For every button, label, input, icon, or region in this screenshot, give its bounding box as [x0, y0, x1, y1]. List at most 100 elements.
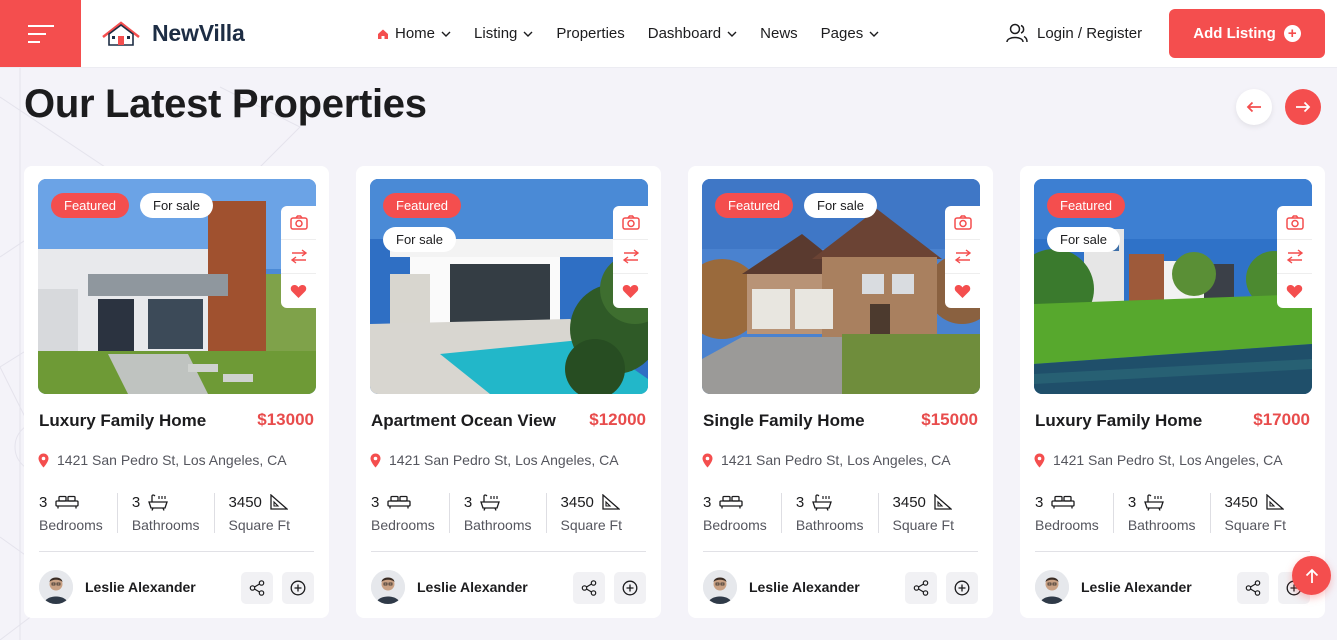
compare-button[interactable]	[281, 240, 316, 274]
area-value: 3450	[1224, 493, 1258, 511]
plus-circle-outline-icon	[290, 580, 306, 596]
stat-bathrooms: 3 Bathrooms	[464, 493, 547, 533]
address-text: 1421 San Pedro St, Los Angeles, CA	[1053, 452, 1283, 468]
nav-item-home[interactable]: Home	[377, 25, 451, 42]
favorite-button[interactable]	[281, 274, 316, 308]
property-stats: 3 Bedrooms 3 Bathrooms 3450 Square Ft	[39, 493, 318, 533]
property-price: $13000	[257, 410, 314, 429]
favorite-button[interactable]	[945, 274, 980, 308]
area-label: Square Ft	[560, 517, 622, 533]
bathtub-icon	[812, 493, 833, 511]
agent-name: Leslie Alexander	[749, 579, 860, 595]
agent-info[interactable]: Leslie Alexander	[371, 570, 528, 604]
share-icon	[1245, 580, 1261, 596]
gallery-button[interactable]	[281, 206, 316, 240]
avatar	[371, 570, 405, 604]
camera-icon	[953, 215, 972, 230]
nav-item-dashboard[interactable]: Dashboard	[648, 25, 737, 42]
property-title[interactable]: Luxury Family Home	[1035, 411, 1202, 431]
bedrooms-label: Bedrooms	[703, 517, 767, 533]
arrow-up-icon	[1305, 568, 1318, 583]
compare-button[interactable]	[613, 240, 648, 274]
arrow-left-icon	[1246, 101, 1261, 113]
map-pin-icon	[38, 453, 49, 467]
property-card[interactable]: Featured For sale Luxury Family Home $13…	[24, 166, 329, 618]
share-button[interactable]	[905, 572, 937, 604]
image-actions	[1277, 206, 1312, 308]
bedrooms-value: 3	[1035, 493, 1044, 511]
agent-info[interactable]: Leslie Alexander	[1035, 570, 1192, 604]
property-title[interactable]: Luxury Family Home	[39, 411, 206, 431]
featured-badge: Featured	[715, 193, 794, 218]
gallery-button[interactable]	[1277, 206, 1312, 240]
logo[interactable]: NewVilla	[100, 19, 245, 49]
divider	[703, 551, 978, 552]
ruler-triangle-icon	[1266, 494, 1284, 510]
share-icon	[913, 580, 929, 596]
divider	[39, 551, 314, 552]
stat-bedrooms: 3 Bedrooms	[703, 493, 782, 533]
main-nav: Home Listing Properties Dashboard News P…	[377, 0, 902, 67]
property-address: 1421 San Pedro St, Los Angeles, CA	[1034, 452, 1283, 468]
agent-info[interactable]: Leslie Alexander	[39, 570, 196, 604]
camera-icon	[1285, 215, 1304, 230]
divider	[371, 551, 646, 552]
property-card[interactable]: Featured For sale Single Family Home $15…	[688, 166, 993, 618]
share-button[interactable]	[1237, 572, 1269, 604]
compare-button[interactable]	[945, 240, 980, 274]
property-card[interactable]: Featured For sale Luxury Family Home $17…	[1020, 166, 1325, 618]
bedrooms-value: 3	[371, 493, 380, 511]
bathrooms-value: 3	[131, 493, 141, 511]
agent-name: Leslie Alexander	[1081, 579, 1192, 595]
carousel-next-button[interactable]	[1285, 89, 1321, 125]
carousel-prev-button[interactable]	[1236, 89, 1272, 125]
scroll-to-top-button[interactable]	[1292, 556, 1331, 595]
avatar	[703, 570, 737, 604]
status-badge: For sale	[804, 193, 877, 218]
favorite-button[interactable]	[613, 274, 648, 308]
favorite-button[interactable]	[1277, 274, 1312, 308]
bedrooms-value: 3	[39, 493, 48, 511]
property-title[interactable]: Single Family Home	[703, 411, 865, 431]
add-button[interactable]	[614, 572, 646, 604]
bathrooms-value: 3	[463, 493, 473, 511]
area-value: 3450	[228, 493, 262, 511]
heart-icon	[1286, 284, 1303, 298]
stat-bathrooms: 3 Bathrooms	[132, 493, 215, 533]
share-button[interactable]	[573, 572, 605, 604]
login-register-link[interactable]: Login / Register	[1006, 22, 1142, 44]
add-listing-button[interactable]: Add Listing +	[1169, 9, 1325, 58]
property-image[interactable]: Featured For sale	[1034, 179, 1312, 394]
share-button[interactable]	[241, 572, 273, 604]
bathrooms-label: Bathrooms	[131, 517, 200, 533]
nav-item-properties[interactable]: Properties	[556, 25, 624, 42]
ruler-triangle-icon	[270, 494, 288, 510]
bed-icon	[55, 495, 79, 509]
compare-button[interactable]	[1277, 240, 1312, 274]
camera-icon	[621, 215, 640, 230]
nav-item-listing[interactable]: Listing	[474, 25, 533, 42]
compare-arrows-icon	[954, 249, 971, 264]
property-image[interactable]: Featured For sale	[370, 179, 648, 394]
menu-button[interactable]	[0, 0, 81, 67]
home-icon	[378, 29, 388, 39]
nav-item-news[interactable]: News	[760, 25, 798, 42]
add-button[interactable]	[282, 572, 314, 604]
area-value: 3450	[892, 493, 926, 511]
bedrooms-value: 3	[703, 493, 712, 511]
stat-bedrooms: 3 Bedrooms	[371, 493, 450, 533]
heart-icon	[954, 284, 971, 298]
featured-badge: Featured	[51, 193, 130, 218]
chevron-down-icon	[869, 31, 879, 37]
nav-item-pages[interactable]: Pages	[821, 25, 880, 42]
property-address: 1421 San Pedro St, Los Angeles, CA	[702, 452, 951, 468]
gallery-button[interactable]	[945, 206, 980, 240]
gallery-button[interactable]	[613, 206, 648, 240]
property-card[interactable]: Featured For sale Apartment Ocean View $…	[356, 166, 661, 618]
agent-info[interactable]: Leslie Alexander	[703, 570, 860, 604]
property-image[interactable]: Featured For sale	[38, 179, 316, 394]
property-image[interactable]: Featured For sale	[702, 179, 980, 394]
add-button[interactable]	[946, 572, 978, 604]
property-price: $12000	[589, 410, 646, 429]
property-title[interactable]: Apartment Ocean View	[371, 411, 556, 431]
